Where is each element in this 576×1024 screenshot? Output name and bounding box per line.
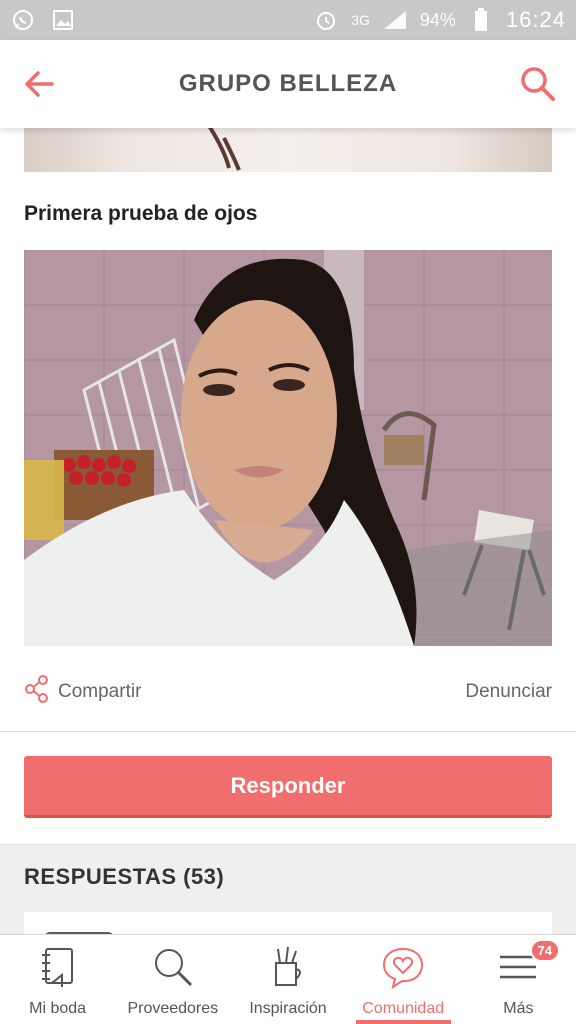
- battery-icon: [468, 7, 494, 33]
- share-icon: [24, 674, 50, 710]
- pencil-cup-icon: [268, 945, 308, 994]
- nav-item-mi-boda[interactable]: Mi boda: [0, 935, 115, 1024]
- search-icon: [151, 945, 195, 994]
- search-icon[interactable]: [518, 64, 558, 104]
- post-title: Primera prueba de ojos: [24, 202, 258, 225]
- battery-percent: 94%: [419, 9, 456, 30]
- page-title: GRUPO BELLEZA: [178, 70, 398, 97]
- nav-label: Proveedores: [127, 1000, 219, 1017]
- share-label: Compartir: [58, 681, 142, 702]
- clock: 16:24: [505, 7, 566, 32]
- bottom-nav: Mi boda Proveedores Inspiración Comunida…: [0, 934, 576, 1024]
- arrow-left-icon[interactable]: [20, 64, 60, 104]
- whatsapp-icon: [10, 7, 36, 33]
- post-actions: Compartir Denunciar: [24, 674, 552, 710]
- image-icon: [50, 7, 76, 33]
- reply-button[interactable]: Responder: [24, 756, 552, 818]
- app-header: GRUPO BELLEZA: [0, 40, 576, 128]
- notebook-icon: [38, 945, 78, 994]
- nav-item-comunidad[interactable]: Comunidad: [346, 935, 461, 1024]
- alarm-icon: [313, 7, 339, 33]
- nav-label: Comunidad: [362, 1000, 445, 1017]
- post-photo[interactable]: [24, 250, 552, 646]
- divider: [0, 731, 576, 732]
- nav-item-inspiracion[interactable]: Inspiración: [230, 935, 345, 1024]
- nav-item-proveedores[interactable]: Proveedores: [115, 935, 230, 1024]
- notification-badge: 74: [529, 939, 561, 962]
- previous-photo: [24, 128, 552, 172]
- nav-label: Inspiración: [249, 1000, 327, 1017]
- status-bar: 3G 94% 16:24: [0, 0, 576, 40]
- share-button[interactable]: Compartir: [24, 674, 141, 710]
- post-content: Primera prueba de ojos Compartir Denunci…: [0, 128, 576, 934]
- nav-item-mas[interactable]: 74 Más: [461, 935, 576, 1024]
- heart-chat-icon: [381, 945, 425, 994]
- network-type: 3G: [351, 12, 370, 28]
- signal-icon: [382, 7, 408, 33]
- report-link[interactable]: Denunciar: [465, 681, 552, 703]
- response-card[interactable]: [24, 912, 552, 934]
- responses-title: RESPUESTAS (53): [24, 864, 225, 889]
- nav-label: Mi boda: [29, 1000, 87, 1017]
- nav-label: Más: [503, 1000, 534, 1017]
